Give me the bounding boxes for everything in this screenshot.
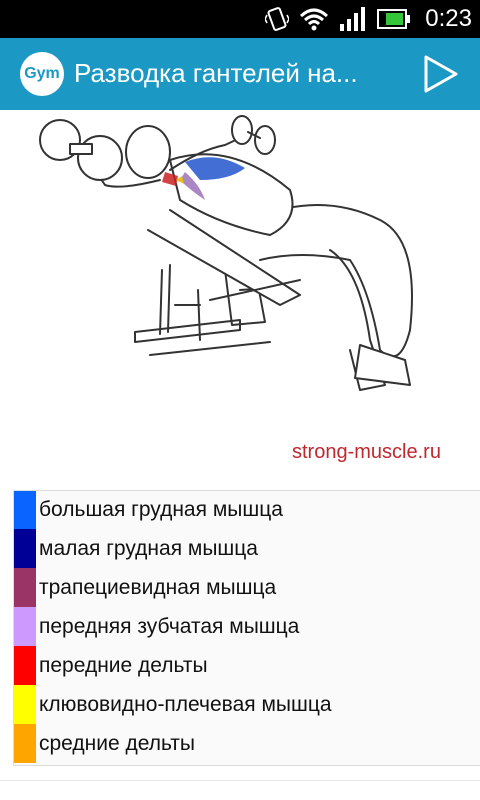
legend-swatch xyxy=(14,529,36,568)
legend-swatch xyxy=(14,724,36,763)
legend-item: трапециевидная мышца xyxy=(14,568,480,607)
legend-swatch xyxy=(14,685,36,724)
vibrate-icon xyxy=(265,6,290,32)
legend-label: клювовидно-плечевая мышца xyxy=(39,692,332,716)
legend-swatch xyxy=(14,646,36,685)
legend-item: большая грудная мышца xyxy=(14,491,480,529)
app-logo: Gym xyxy=(20,52,64,96)
signal-icon xyxy=(339,6,367,32)
page-title: Разводка гантелей на... xyxy=(74,58,358,88)
divider xyxy=(0,780,480,781)
wifi-icon xyxy=(299,7,329,31)
exercise-illustration: strong-muscle.ru xyxy=(0,110,480,490)
legend-swatch xyxy=(14,568,36,607)
exercise-drawing: strong-muscle.ru xyxy=(39,115,441,463)
app-bar: Gym Разводка гантелей на... xyxy=(0,38,480,110)
legend-label: малая грудная мышца xyxy=(39,536,258,560)
legend-item: передняя зубчатая мышца xyxy=(14,607,480,646)
legend-label: средние дельты xyxy=(39,731,195,755)
play-button[interactable] xyxy=(420,54,460,94)
legend-swatch xyxy=(14,491,36,529)
watermark: strong-muscle.ru xyxy=(292,441,441,463)
legend-label: передняя зубчатая мышца xyxy=(39,614,300,638)
legend-label: трапециевидная мышца xyxy=(39,575,277,599)
muscle-legend: большая грудная мышца малая грудная мышц… xyxy=(13,490,480,766)
legend-item: малая грудная мышца xyxy=(14,529,480,568)
battery-icon xyxy=(377,8,411,30)
status-bar: 0:23 xyxy=(0,0,480,38)
status-time: 0:23 xyxy=(425,5,472,32)
play-icon xyxy=(424,55,458,93)
legend-item: средние дельты xyxy=(14,724,480,763)
legend-swatch xyxy=(14,607,36,646)
legend-item: передние дельты xyxy=(14,646,480,685)
legend-label: большая грудная мышца xyxy=(39,498,283,521)
status-icons: 0:23 xyxy=(265,0,472,38)
legend-label: передние дельты xyxy=(39,653,208,677)
legend-item: клювовидно-плечевая мышца xyxy=(14,685,480,724)
